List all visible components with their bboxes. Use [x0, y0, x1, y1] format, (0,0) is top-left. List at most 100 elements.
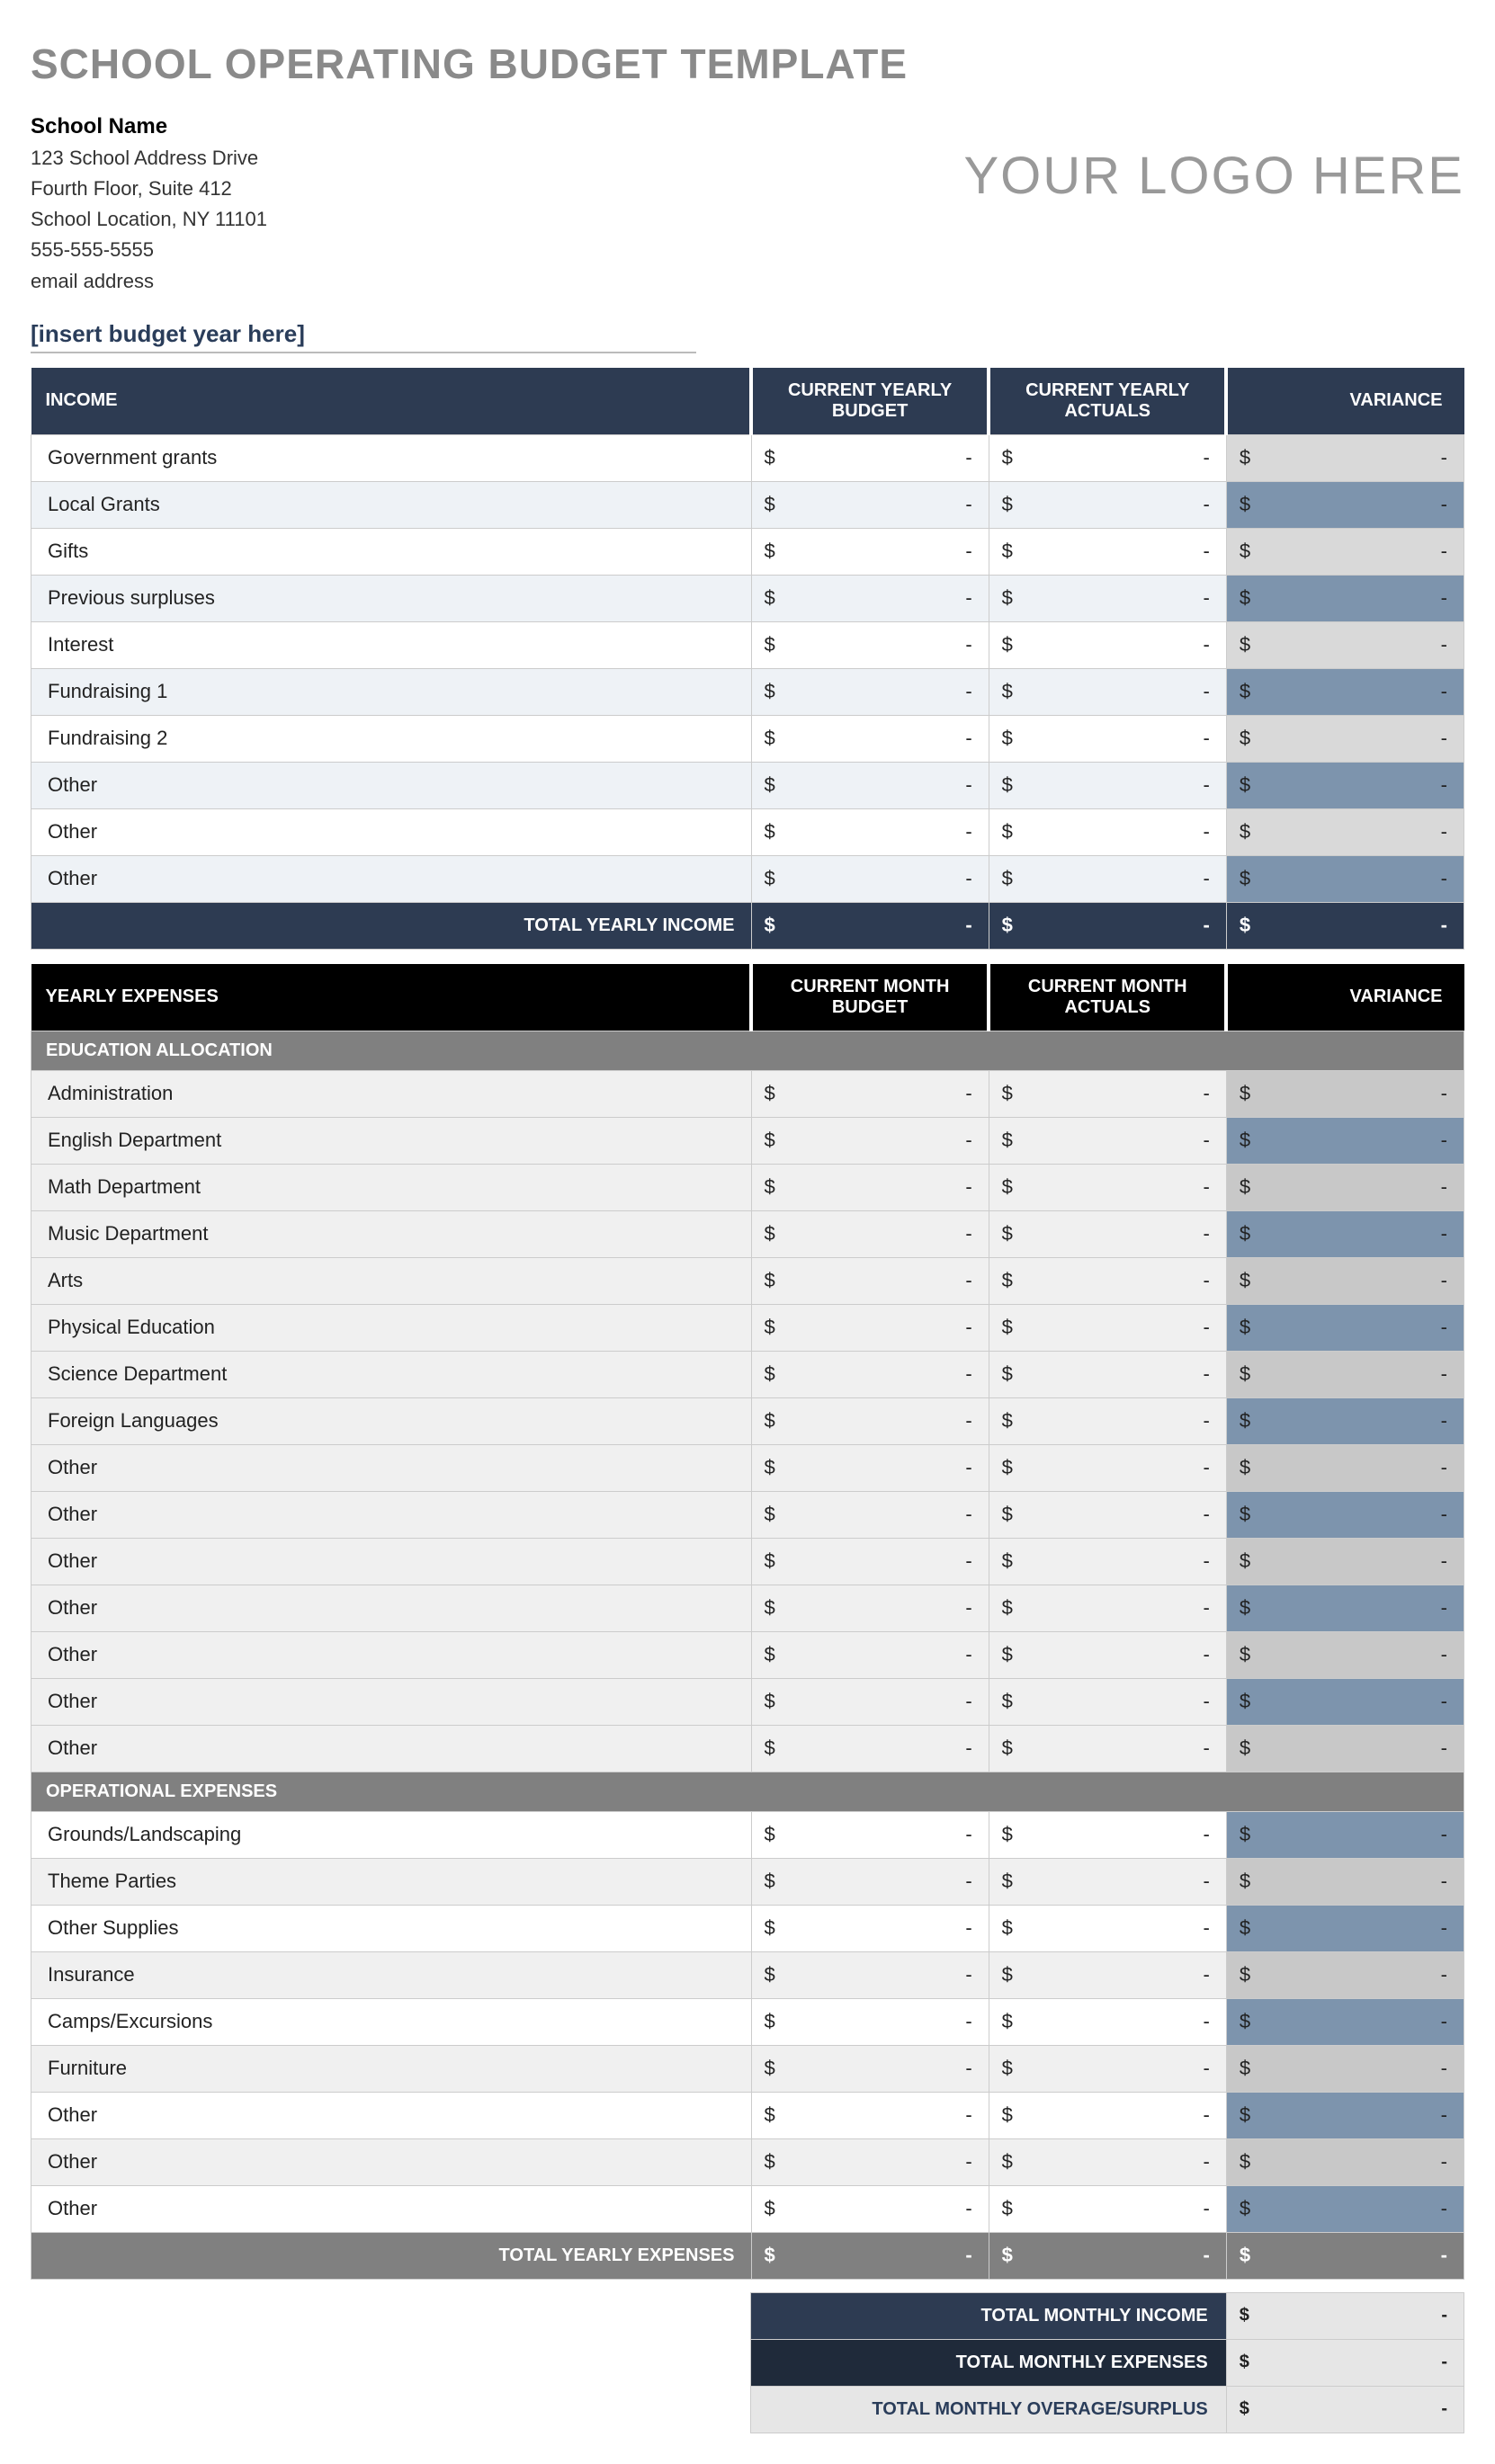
- row-label: Other: [31, 2138, 752, 2185]
- row-variance: $-: [1226, 1951, 1464, 1998]
- table-row: Theme Parties$-$-$-: [31, 1858, 1464, 1905]
- row-budget: $-: [751, 1117, 989, 1164]
- row-label: Other: [31, 1678, 752, 1725]
- income-header-label: INCOME: [31, 368, 752, 435]
- header-block: School Name 123 School Address Drive Fou…: [31, 110, 1464, 297]
- row-variance: $-: [1226, 2092, 1464, 2138]
- row-budget: $-: [751, 1070, 989, 1117]
- summary-income-label: TOTAL MONTHLY INCOME: [751, 2292, 1226, 2339]
- row-variance: $-: [1226, 1585, 1464, 1631]
- row-label: Fundraising 1: [31, 668, 752, 715]
- summary-income-row: TOTAL MONTHLY INCOME $-: [31, 2292, 1464, 2339]
- table-row: Other$-$-$-: [31, 762, 1464, 808]
- row-actuals: $-: [989, 715, 1226, 762]
- row-budget: $-: [751, 1491, 989, 1538]
- summary-overage-value: $-: [1226, 2386, 1464, 2433]
- row-budget: $-: [751, 1858, 989, 1905]
- operational-section-label: OPERATIONAL EXPENSES: [31, 1772, 1464, 1811]
- operational-section-header: OPERATIONAL EXPENSES: [31, 1772, 1464, 1811]
- row-actuals: $-: [989, 1397, 1226, 1444]
- row-variance: $-: [1226, 1725, 1464, 1772]
- row-actuals: $-: [989, 2045, 1226, 2092]
- education-section-label: EDUCATION ALLOCATION: [31, 1031, 1464, 1070]
- school-name: School Name: [31, 110, 267, 143]
- row-budget: $-: [751, 1351, 989, 1397]
- row-budget: $-: [751, 1585, 989, 1631]
- row-variance: $-: [1226, 1905, 1464, 1951]
- income-header-variance: VARIANCE: [1226, 368, 1464, 435]
- table-row: Other$-$-$-: [31, 855, 1464, 902]
- row-label: Furniture: [31, 2045, 752, 2092]
- table-row: Furniture$-$-$-: [31, 2045, 1464, 2092]
- row-actuals: $-: [989, 2185, 1226, 2232]
- row-budget: $-: [751, 1725, 989, 1772]
- row-variance: $-: [1226, 1998, 1464, 2045]
- row-budget: $-: [751, 528, 989, 575]
- table-row: Other$-$-$-: [31, 808, 1464, 855]
- table-row: Other$-$-$-: [31, 1725, 1464, 1772]
- table-row: Other$-$-$-: [31, 1678, 1464, 1725]
- row-budget: $-: [751, 2092, 989, 2138]
- row-label: Fundraising 2: [31, 715, 752, 762]
- row-actuals: $-: [989, 1811, 1226, 1858]
- row-label: Previous surpluses: [31, 575, 752, 621]
- row-actuals: $-: [989, 528, 1226, 575]
- row-actuals: $-: [989, 2138, 1226, 2185]
- table-row: Foreign Languages$-$-$-: [31, 1397, 1464, 1444]
- row-actuals: $-: [989, 1678, 1226, 1725]
- school-phone: 555-555-5555: [31, 235, 267, 265]
- row-variance: $-: [1226, 668, 1464, 715]
- school-addr3: School Location, NY 11101: [31, 204, 267, 235]
- row-actuals: $-: [989, 1585, 1226, 1631]
- school-addr2: Fourth Floor, Suite 412: [31, 174, 267, 204]
- table-row: Other$-$-$-: [31, 1585, 1464, 1631]
- table-row: Other$-$-$-: [31, 2138, 1464, 2185]
- income-total-variance: $-: [1226, 902, 1464, 949]
- row-variance: $-: [1226, 1538, 1464, 1585]
- table-row: Government grants$-$-$-: [31, 434, 1464, 481]
- table-row: Other$-$-$-: [31, 2185, 1464, 2232]
- row-actuals: $-: [989, 1210, 1226, 1257]
- education-section-header: EDUCATION ALLOCATION: [31, 1031, 1464, 1070]
- row-variance: $-: [1226, 1444, 1464, 1491]
- summary-income-value: $-: [1226, 2292, 1464, 2339]
- row-budget: $-: [751, 434, 989, 481]
- row-label: Math Department: [31, 1164, 752, 1210]
- row-actuals: $-: [989, 1164, 1226, 1210]
- expenses-total-budget: $-: [751, 2232, 989, 2279]
- row-label: Other: [31, 1538, 752, 1585]
- table-row: Other$-$-$-: [31, 1491, 1464, 1538]
- row-actuals: $-: [989, 1304, 1226, 1351]
- row-label: Other: [31, 855, 752, 902]
- table-row: Other$-$-$-: [31, 2092, 1464, 2138]
- row-variance: $-: [1226, 1210, 1464, 1257]
- row-budget: $-: [751, 715, 989, 762]
- row-label: Insurance: [31, 1951, 752, 1998]
- table-row: Interest$-$-$-: [31, 621, 1464, 668]
- table-row: Arts$-$-$-: [31, 1257, 1464, 1304]
- row-budget: $-: [751, 1811, 989, 1858]
- expenses-table: YEARLY EXPENSES CURRENT MONTH BUDGET CUR…: [31, 964, 1464, 2280]
- row-actuals: $-: [989, 1905, 1226, 1951]
- row-actuals: $-: [989, 1444, 1226, 1491]
- table-row: Physical Education$-$-$-: [31, 1304, 1464, 1351]
- row-budget: $-: [751, 621, 989, 668]
- row-actuals: $-: [989, 855, 1226, 902]
- row-budget: $-: [751, 1998, 989, 2045]
- row-variance: $-: [1226, 1858, 1464, 1905]
- table-row: Other Supplies$-$-$-: [31, 1905, 1464, 1951]
- table-row: Math Department$-$-$-: [31, 1164, 1464, 1210]
- row-actuals: $-: [989, 1725, 1226, 1772]
- table-row: Music Department$-$-$-: [31, 1210, 1464, 1257]
- row-label: Other: [31, 2092, 752, 2138]
- row-budget: $-: [751, 575, 989, 621]
- row-variance: $-: [1226, 2185, 1464, 2232]
- table-row: Fundraising 1$-$-$-: [31, 668, 1464, 715]
- row-variance: $-: [1226, 2045, 1464, 2092]
- row-label: Physical Education: [31, 1304, 752, 1351]
- row-budget: $-: [751, 1538, 989, 1585]
- income-total-label: TOTAL YEARLY INCOME: [31, 902, 752, 949]
- row-variance: $-: [1226, 855, 1464, 902]
- row-variance: $-: [1226, 1491, 1464, 1538]
- row-label: Camps/Excursions: [31, 1998, 752, 2045]
